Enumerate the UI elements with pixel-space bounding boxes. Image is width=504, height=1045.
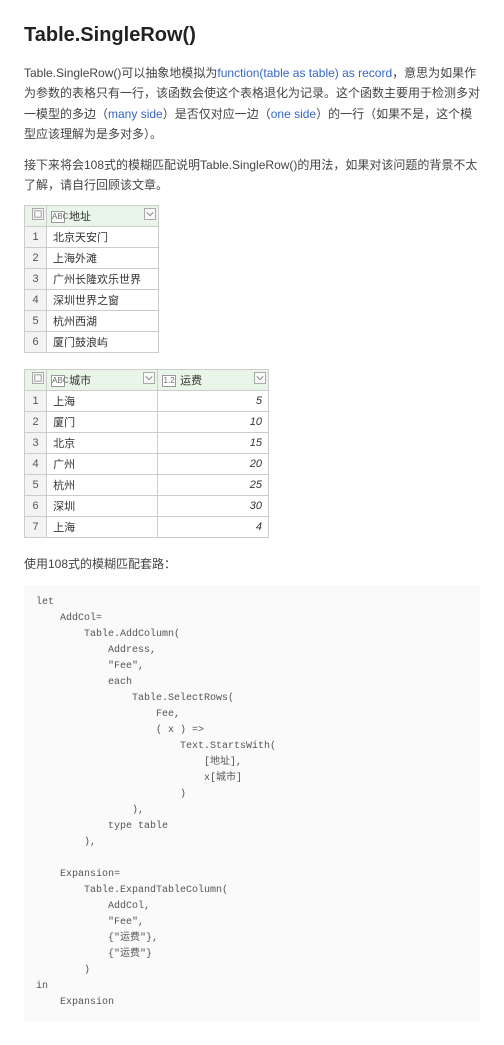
cell-fee[interactable]: 15 (158, 433, 269, 454)
body-paragraph: 接下来将会108式的模糊匹配说明Table.SingleRow()的用法，如果对… (24, 155, 480, 196)
column-header-address[interactable]: ABC 地址 (47, 206, 159, 227)
column-label: 地址 (69, 211, 91, 223)
row-number: 4 (25, 290, 47, 311)
cell-fee[interactable]: 30 (158, 496, 269, 517)
row-number: 2 (25, 248, 47, 269)
table-row[interactable]: 2上海外滩 (25, 248, 159, 269)
intro-paragraph: Table.SingleRow()可以抽象地模拟为function(table … (24, 63, 480, 145)
filter-dropdown-icon[interactable] (144, 208, 156, 220)
address-table: ABC 地址 1北京天安门2上海外滩3广州长隆欢乐世界4深圳世界之窗5杭州西湖6厦… (24, 205, 159, 353)
filter-dropdown-icon[interactable] (143, 372, 155, 384)
cell-address[interactable]: 广州长隆欢乐世界 (47, 269, 159, 290)
table-menu-icon[interactable] (32, 208, 44, 220)
cell-city[interactable]: 广州 (47, 454, 158, 475)
type-text-icon: ABC (51, 375, 65, 387)
column-header-city[interactable]: ABC 城市 (47, 370, 158, 391)
cell-city[interactable]: 厦门 (47, 412, 158, 433)
fee-table: ABC城市 1.2运费 1上海52厦门103北京154广州205杭州256深圳3… (24, 369, 269, 538)
table-row[interactable]: 5杭州25 (25, 475, 269, 496)
text: Table.SingleRow()可以抽象地模拟为 (24, 66, 217, 80)
table-row[interactable]: 4广州20 (25, 454, 269, 475)
cell-fee[interactable]: 25 (158, 475, 269, 496)
row-number: 1 (25, 391, 47, 412)
cell-fee[interactable]: 4 (158, 517, 269, 538)
body-paragraph: 使用108式的模糊匹配套路： (24, 554, 480, 574)
cell-fee[interactable]: 5 (158, 391, 269, 412)
cell-address[interactable]: 上海外滩 (47, 248, 159, 269)
table-row[interactable]: 1北京天安门 (25, 227, 159, 248)
row-header-corner[interactable] (25, 206, 47, 227)
row-number: 1 (25, 227, 47, 248)
column-header-fee[interactable]: 1.2 运费 (158, 370, 269, 391)
table-row[interactable]: 5杭州西湖 (25, 311, 159, 332)
row-header-corner[interactable] (25, 370, 47, 391)
table-row[interactable]: 6厦门鼓浪屿 (25, 332, 159, 353)
cell-address[interactable]: 杭州西湖 (47, 311, 159, 332)
table-row[interactable]: 3北京15 (25, 433, 269, 454)
type-text-icon: ABC (51, 211, 65, 223)
page-title: Table.SingleRow() (24, 24, 480, 47)
code-block: let AddCol= Table.AddColumn( Address, "F… (24, 585, 480, 1021)
column-label: 城市 (69, 375, 91, 387)
keyword: function(table as table) as record (217, 66, 392, 80)
row-number: 5 (25, 475, 47, 496)
cell-city[interactable]: 上海 (47, 517, 158, 538)
table-menu-icon[interactable] (32, 372, 44, 384)
filter-dropdown-icon[interactable] (254, 372, 266, 384)
cell-city[interactable]: 杭州 (47, 475, 158, 496)
table-row[interactable]: 1上海5 (25, 391, 269, 412)
row-number: 6 (25, 496, 47, 517)
row-number: 3 (25, 269, 47, 290)
table-row[interactable]: 3广州长隆欢乐世界 (25, 269, 159, 290)
row-number: 2 (25, 412, 47, 433)
cell-address[interactable]: 厦门鼓浪屿 (47, 332, 159, 353)
row-number: 6 (25, 332, 47, 353)
table-row[interactable]: 2厦门10 (25, 412, 269, 433)
table-row[interactable]: 4深圳世界之窗 (25, 290, 159, 311)
cell-city[interactable]: 上海 (47, 391, 158, 412)
keyword: one side (271, 107, 316, 121)
table-row[interactable]: 7上海4 (25, 517, 269, 538)
table-row[interactable]: 6深圳30 (25, 496, 269, 517)
cell-address[interactable]: 深圳世界之窗 (47, 290, 159, 311)
cell-city[interactable]: 北京 (47, 433, 158, 454)
type-number-icon: 1.2 (162, 375, 176, 387)
cell-city[interactable]: 深圳 (47, 496, 158, 517)
text: ）是否仅对应一边（ (163, 107, 271, 121)
column-label: 运费 (180, 375, 202, 387)
row-number: 5 (25, 311, 47, 332)
keyword: many side (108, 107, 163, 121)
cell-address[interactable]: 北京天安门 (47, 227, 159, 248)
row-number: 4 (25, 454, 47, 475)
row-number: 7 (25, 517, 47, 538)
cell-fee[interactable]: 10 (158, 412, 269, 433)
row-number: 3 (25, 433, 47, 454)
cell-fee[interactable]: 20 (158, 454, 269, 475)
